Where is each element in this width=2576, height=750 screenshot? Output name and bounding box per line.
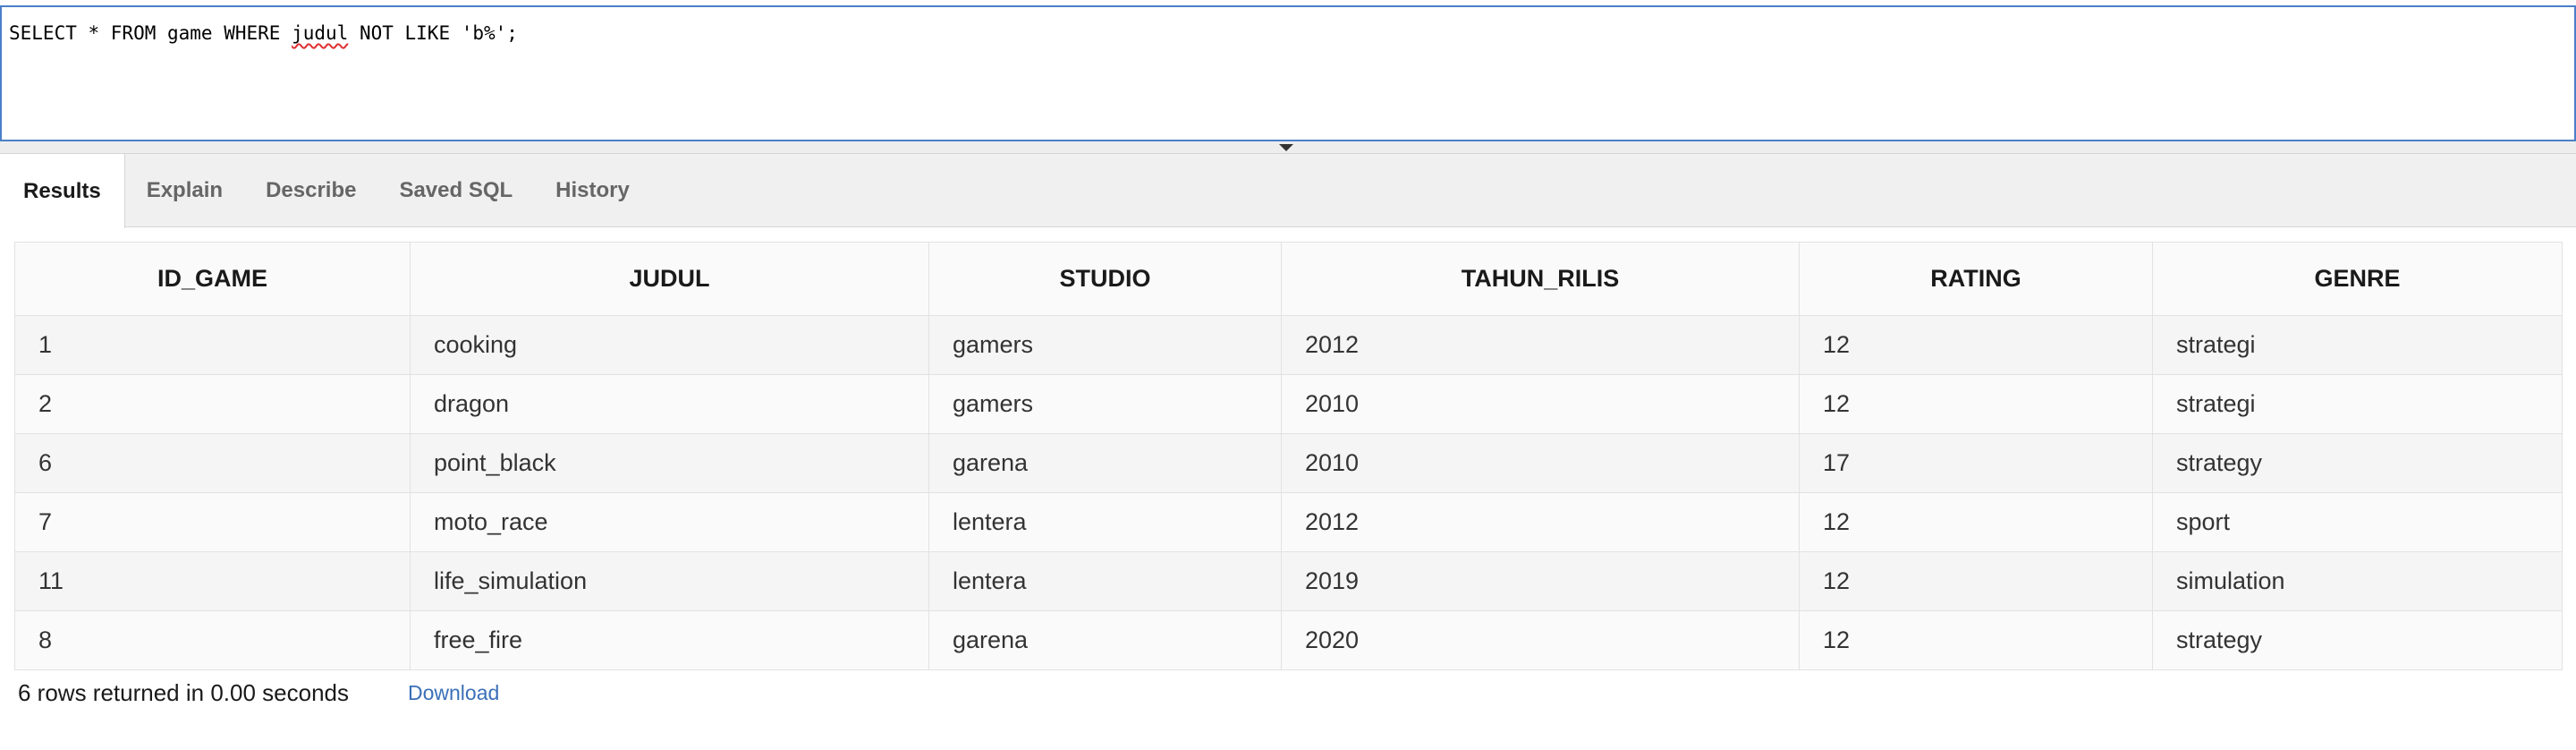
table-header-row: ID_GAME JUDUL STUDIO TAHUN_RILIS RATING … <box>14 242 2563 316</box>
table-cell: 12 <box>1799 551 2153 611</box>
table-cell: 2010 <box>1281 374 1800 434</box>
table-cell: 17 <box>1799 433 2153 493</box>
table-row: 11 life_simulation lentera 2019 12 simul… <box>14 551 2563 611</box>
table-row: 1 cooking gamers 2012 12 strategi <box>14 315 2563 375</box>
row-count-text: 6 rows returned in 0.00 seconds <box>18 678 349 706</box>
table-cell: point_black <box>410 433 929 493</box>
table-cell: 1 <box>14 315 411 375</box>
table-cell: sport <box>2152 492 2563 552</box>
table-cell: garena <box>928 433 1282 493</box>
spellcheck-word: judul <box>292 22 349 44</box>
column-header-tahun-rilis: TAHUN_RILIS <box>1281 242 1800 316</box>
results-footer: 6 rows returned in 0.00 seconds Download <box>18 677 499 709</box>
table-cell: 2020 <box>1281 610 1800 670</box>
table-row: 8 free_fire garena 2020 12 strategy <box>14 610 2563 670</box>
table-cell: 12 <box>1799 610 2153 670</box>
table-cell: 2 <box>14 374 411 434</box>
results-table: ID_GAME JUDUL STUDIO TAHUN_RILIS RATING … <box>14 242 2563 670</box>
tab-history[interactable]: History <box>534 154 651 227</box>
table-cell: 2019 <box>1281 551 1800 611</box>
tab-describe[interactable]: Describe <box>244 154 377 227</box>
tab-explain[interactable]: Explain <box>125 154 244 227</box>
table-cell: 8 <box>14 610 411 670</box>
table-cell: 6 <box>14 433 411 493</box>
table-cell: 2012 <box>1281 315 1800 375</box>
table-cell: 12 <box>1799 374 2153 434</box>
table-cell: life_simulation <box>410 551 929 611</box>
sql-text-part1: SELECT * FROM game WHERE <box>9 22 292 44</box>
table-cell: free_fire <box>410 610 929 670</box>
table-cell: 12 <box>1799 492 2153 552</box>
table-cell: 2010 <box>1281 433 1800 493</box>
table-cell: strategi <box>2152 315 2563 375</box>
table-cell: dragon <box>410 374 929 434</box>
table-row: 6 point_black garena 2010 17 strategy <box>14 433 2563 493</box>
table-cell: strategy <box>2152 610 2563 670</box>
table-cell: cooking <box>410 315 929 375</box>
table-cell: moto_race <box>410 492 929 552</box>
table-row: 7 moto_race lentera 2012 12 sport <box>14 492 2563 552</box>
result-tabs: Results Explain Describe Saved SQL Histo… <box>0 154 2576 228</box>
table-cell: strategi <box>2152 374 2563 434</box>
download-link[interactable]: Download <box>408 681 499 705</box>
table-cell: garena <box>928 610 1282 670</box>
column-header-genre: GENRE <box>2152 242 2563 316</box>
caret-down-icon[interactable] <box>1279 144 1293 151</box>
table-cell: gamers <box>928 315 1282 375</box>
table-cell: simulation <box>2152 551 2563 611</box>
table-cell: 11 <box>14 551 411 611</box>
sql-text-part2: NOT LIKE 'b%'; <box>348 22 518 44</box>
column-header-judul: JUDUL <box>410 242 929 316</box>
column-header-studio: STUDIO <box>928 242 1282 316</box>
table-cell: lentera <box>928 492 1282 552</box>
table-cell: lentera <box>928 551 1282 611</box>
editor-resize-splitter[interactable] <box>0 141 2576 154</box>
table-cell: strategy <box>2152 433 2563 493</box>
column-header-id-game: ID_GAME <box>14 242 411 316</box>
tab-saved-sql[interactable]: Saved SQL <box>377 154 534 227</box>
sql-editor[interactable]: SELECT * FROM game WHERE judul NOT LIKE … <box>0 5 2576 141</box>
table-cell: 12 <box>1799 315 2153 375</box>
table-row: 2 dragon gamers 2010 12 strategi <box>14 374 2563 434</box>
table-cell: 2012 <box>1281 492 1800 552</box>
table-cell: gamers <box>928 374 1282 434</box>
tab-results[interactable]: Results <box>0 154 125 228</box>
table-cell: 7 <box>14 492 411 552</box>
column-header-rating: RATING <box>1799 242 2153 316</box>
sql-query-text[interactable]: SELECT * FROM game WHERE judul NOT LIKE … <box>9 20 2567 47</box>
